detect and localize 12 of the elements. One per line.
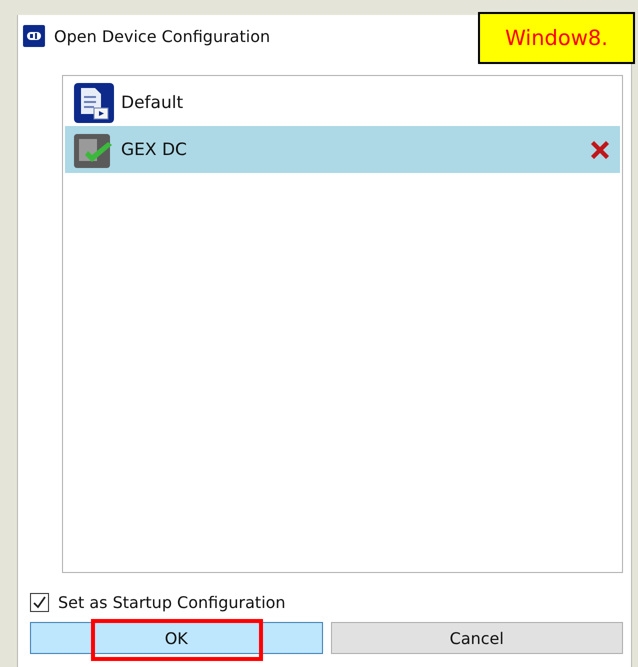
configuration-name: Default: [121, 92, 184, 112]
checkbox[interactable]: [30, 593, 49, 612]
configuration-item[interactable]: GEX DC: [65, 126, 620, 173]
cancel-button[interactable]: Cancel: [330, 622, 623, 654]
configuration-name: GEX DC: [121, 140, 188, 160]
callout-label: Window8.: [478, 12, 635, 64]
app-logo-icon: [22, 24, 46, 48]
ok-button[interactable]: OK: [30, 622, 322, 654]
configuration-item[interactable]: Default: [65, 79, 620, 126]
document-icon: [73, 82, 115, 124]
window-title: Open Device Configuration: [54, 26, 270, 46]
checkbox-label: Set as Startup Configuration: [58, 593, 286, 612]
